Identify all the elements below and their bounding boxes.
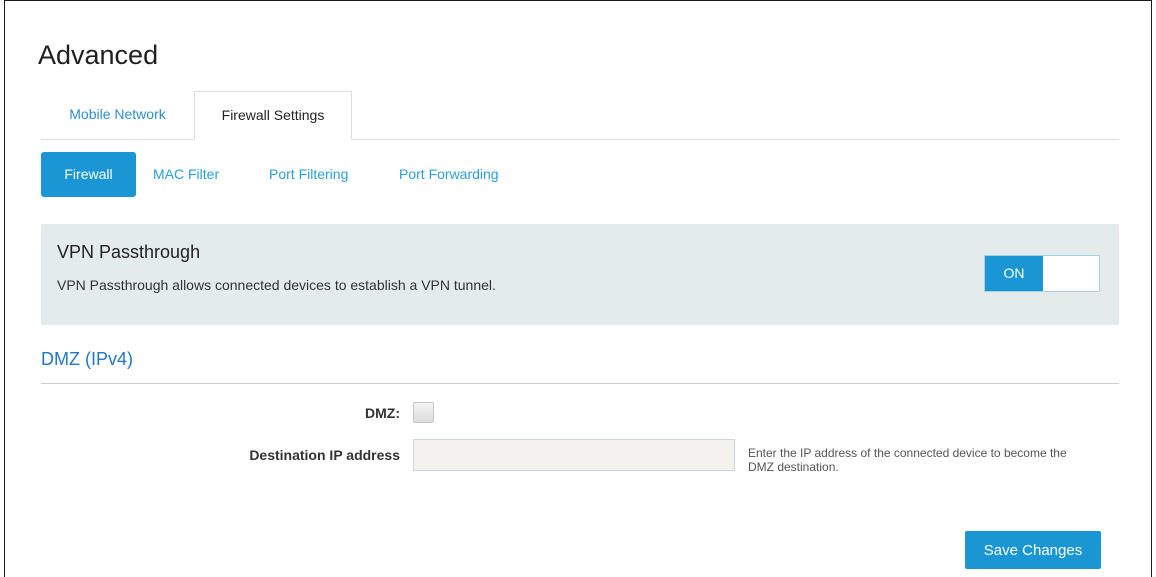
destination-ip-input[interactable] (413, 439, 735, 471)
subtab-firewall[interactable]: Firewall (41, 152, 136, 197)
toggle-on-label: ON (985, 256, 1043, 291)
dmz-checkbox[interactable] (413, 402, 434, 423)
vpn-passthrough-description: VPN Passthrough allows connected devices… (57, 277, 496, 293)
section-divider (41, 383, 1119, 384)
vpn-passthrough-title: VPN Passthrough (57, 242, 201, 262)
tab-firewall-settings[interactable]: Firewall Settings (194, 91, 352, 140)
dmz-section-title: DMZ (IPv4) (41, 349, 133, 369)
destination-ip-label: Destination IP address (249, 447, 400, 463)
main-tab-bar: Mobile Network Firewall Settings (41, 91, 1119, 140)
tab-mobile-network[interactable]: Mobile Network (41, 91, 194, 138)
subtab-port-filtering[interactable]: Port Filtering (269, 152, 348, 197)
subtab-mac-filter[interactable]: MAC Filter (153, 152, 219, 197)
destination-ip-help: Enter the IP address of the connected de… (748, 446, 1067, 474)
page-title: Advanced (38, 40, 159, 70)
subtab-port-forwarding[interactable]: Port Forwarding (399, 152, 499, 197)
dmz-label: DMZ: (365, 405, 400, 421)
vpn-passthrough-toggle[interactable]: ON (984, 255, 1100, 292)
save-changes-button[interactable]: Save Changes (965, 531, 1101, 569)
vpn-passthrough-panel: VPN Passthrough VPN Passthrough allows c… (41, 224, 1119, 325)
